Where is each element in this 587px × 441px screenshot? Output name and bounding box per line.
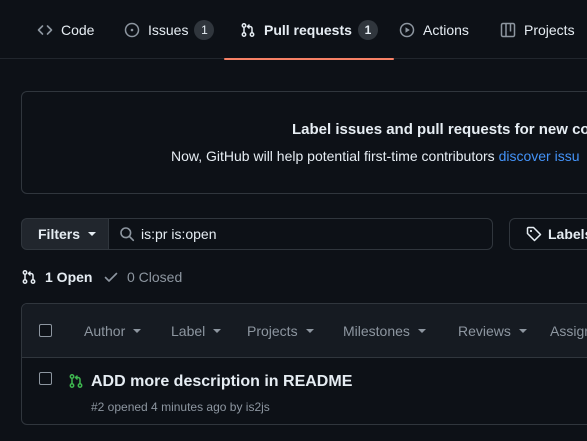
pull-request-list: Author Label Projects Milestones Reviews…	[21, 303, 587, 425]
closed-filter[interactable]: 0 Closed	[103, 266, 182, 288]
issue-opened-icon	[124, 22, 140, 38]
filters-label: Filters	[38, 226, 81, 242]
closed-count-label: 0 Closed	[127, 269, 183, 285]
pull-requests-page: Code Issues 1 Pull requests 1 Actions Pr…	[0, 0, 587, 441]
projects-filter-label: Projects	[247, 323, 298, 339]
play-icon	[399, 22, 415, 38]
labels-label: Labels	[548, 226, 587, 242]
assignee-filter[interactable]: Assign	[550, 304, 587, 358]
banner-text: Now, GitHub will help potential first-ti…	[171, 148, 580, 164]
chevron-down-icon	[417, 329, 426, 333]
tab-pull-requests-label: Pull requests	[264, 21, 352, 38]
chevron-down-icon	[133, 329, 142, 333]
list-header: Author Label Projects Milestones Reviews…	[22, 304, 587, 358]
author-filter[interactable]: Author	[84, 304, 142, 358]
select-all-checkbox[interactable]	[39, 324, 52, 337]
discover-issues-link[interactable]: discover issu	[499, 148, 580, 164]
tab-issues[interactable]: Issues 1	[124, 0, 215, 59]
label-filter[interactable]: Label	[171, 304, 222, 358]
pr-title-link[interactable]: ADD more description in README	[91, 373, 352, 391]
pull-requests-count-badge: 1	[357, 19, 378, 40]
tab-code-label: Code	[61, 21, 95, 38]
chevron-down-icon	[88, 232, 97, 236]
author-filter-label: Author	[84, 323, 126, 339]
issues-count-badge: 1	[194, 19, 215, 40]
chevron-down-icon	[213, 329, 222, 333]
tab-projects-label: Projects	[524, 21, 575, 38]
banner-title: Label issues and pull requests for new c…	[292, 121, 587, 138]
table-icon	[500, 22, 516, 38]
tab-actions[interactable]: Actions	[399, 0, 469, 59]
chevron-down-icon	[518, 329, 527, 333]
filters-button[interactable]: Filters	[21, 218, 109, 250]
reviews-filter-label: Reviews	[458, 323, 511, 339]
git-pull-request-icon	[240, 22, 256, 38]
repo-nav: Code Issues 1 Pull requests 1 Actions Pr…	[0, 0, 587, 60]
open-count-label: 1 Open	[45, 269, 93, 285]
reviews-filter[interactable]: Reviews	[458, 304, 527, 358]
git-pull-request-open-icon	[68, 373, 84, 389]
milestones-filter-label: Milestones	[343, 323, 410, 339]
milestones-filter[interactable]: Milestones	[343, 304, 426, 358]
search-input[interactable]	[141, 226, 471, 242]
chevron-down-icon	[305, 329, 314, 333]
label-help-banner: Label issues and pull requests for new c…	[21, 91, 587, 194]
banner-text-body: Now, GitHub will help potential first-ti…	[171, 148, 499, 164]
labels-button[interactable]: Labels	[509, 218, 587, 250]
check-icon	[103, 269, 119, 285]
projects-filter[interactable]: Projects	[247, 304, 314, 358]
row-checkbox[interactable]	[39, 372, 52, 385]
label-filter-label: Label	[171, 323, 206, 339]
tag-icon	[526, 226, 542, 242]
tab-projects[interactable]: Projects	[500, 0, 575, 59]
table-row: ADD more description in README #2 opened…	[22, 358, 587, 424]
git-pull-request-icon	[21, 269, 37, 285]
tab-code[interactable]: Code	[37, 0, 94, 59]
tab-issues-label: Issues	[148, 21, 189, 38]
search-box[interactable]	[108, 218, 493, 250]
assignee-filter-label: Assign	[550, 323, 587, 339]
search-icon	[119, 226, 135, 242]
tab-actions-label: Actions	[423, 21, 469, 38]
pr-meta: #2 opened 4 minutes ago by is2js	[91, 400, 270, 414]
tab-pull-requests[interactable]: Pull requests 1	[224, 0, 394, 60]
open-filter[interactable]: 1 Open	[21, 266, 92, 288]
code-icon	[37, 22, 53, 38]
